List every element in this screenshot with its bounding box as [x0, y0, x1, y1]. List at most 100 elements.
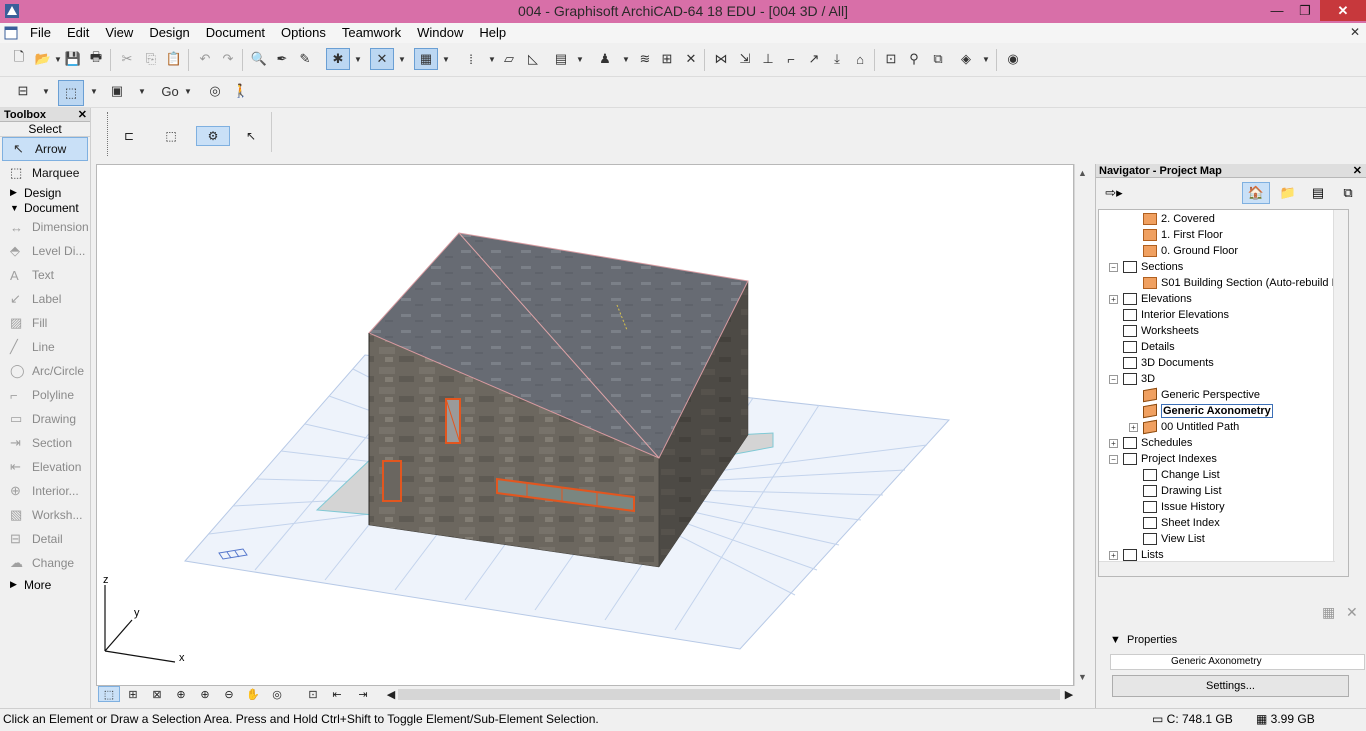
- explode-icon[interactable]: ⤓: [826, 48, 848, 70]
- floor-plan-dropdown-icon[interactable]: ▼: [40, 80, 52, 102]
- tree-item[interactable]: +00 Untitled Path: [1129, 419, 1239, 435]
- go-dropdown-icon[interactable]: ▼: [182, 80, 194, 102]
- 3d-window-dropdown-icon[interactable]: ▼: [88, 80, 100, 102]
- inject-parameters-icon[interactable]: ✎: [294, 48, 316, 70]
- document-tool[interactable]: ↔ Dimension: [0, 215, 90, 239]
- groups-dropdown-icon[interactable]: ▼: [396, 48, 408, 70]
- render-dropdown-icon[interactable]: ▼: [980, 48, 992, 70]
- object-dropdown-icon[interactable]: ▼: [620, 48, 632, 70]
- document-tool[interactable]: ⬘ Level Di...: [0, 239, 90, 263]
- orbit-icon[interactable]: ◎: [204, 80, 226, 102]
- maximize-button[interactable]: ❐: [1292, 0, 1318, 21]
- paste-icon[interactable]: 📋: [163, 48, 185, 70]
- tree-item[interactable]: 1. First Floor: [1143, 227, 1223, 243]
- intersect-icon[interactable]: ⊥: [757, 48, 779, 70]
- document-tool[interactable]: ⌐ Polyline: [0, 383, 90, 407]
- undo-icon[interactable]: ↶: [194, 48, 216, 70]
- navigator-menu-icon[interactable]: ⇨▸: [1100, 182, 1128, 204]
- new-view-icon[interactable]: ▦: [1322, 604, 1335, 621]
- grid-dropdown-icon[interactable]: ▼: [486, 48, 498, 70]
- zoom-in-icon[interactable]: ⊕: [194, 686, 216, 702]
- tree-vertical-scrollbar[interactable]: [1333, 210, 1348, 576]
- document-tool[interactable]: ↙ Label: [0, 287, 90, 311]
- document-window-icon[interactable]: [0, 23, 22, 43]
- tree-item[interactable]: Issue History: [1143, 499, 1225, 515]
- infobox-grip[interactable]: [98, 112, 108, 156]
- tree-item[interactable]: 0. Ground Floor: [1143, 243, 1238, 259]
- tree-item[interactable]: Interior Elevations: [1123, 307, 1229, 323]
- fillet-icon[interactable]: ⌐: [780, 48, 802, 70]
- vertical-scrollbar[interactable]: ▲ ▼: [1074, 164, 1091, 686]
- view-map-icon[interactable]: 📁: [1274, 182, 1302, 204]
- go-button[interactable]: Go: [158, 80, 182, 102]
- document-tool[interactable]: ╱ Line: [0, 335, 90, 359]
- document-tool[interactable]: ⊟ Detail: [0, 527, 90, 551]
- close-window-button[interactable]: ✕: [1320, 0, 1366, 21]
- stair-icon[interactable]: ≋: [634, 48, 656, 70]
- delete-icon[interactable]: ✕: [680, 48, 702, 70]
- find-select-icon[interactable]: 🔍: [248, 48, 270, 70]
- 3d-model-canvas[interactable]: x y z: [97, 165, 1074, 686]
- tree-item[interactable]: Worksheets: [1123, 323, 1199, 339]
- print-icon[interactable]: 🖶: [85, 48, 107, 70]
- 3d-projection-icon[interactable]: ⬚: [98, 686, 120, 702]
- scroll-down-icon[interactable]: ▼: [1078, 672, 1087, 682]
- grid-snap-icon[interactable]: ⁞: [460, 48, 482, 70]
- menu-teamwork[interactable]: Teamwork: [334, 23, 409, 43]
- partial-structure-icon[interactable]: ⊏: [118, 126, 140, 146]
- menu-help[interactable]: Help: [471, 23, 514, 43]
- tree-item[interactable]: Details: [1123, 339, 1175, 355]
- marquee-tool[interactable]: ⬚ Marquee: [0, 161, 90, 185]
- previous-zoom-icon[interactable]: ⇤: [326, 686, 348, 702]
- tree-item[interactable]: − Sections: [1109, 259, 1183, 275]
- collapse-icon[interactable]: −: [1109, 374, 1118, 384]
- tree-item[interactable]: − Project Indexes: [1109, 451, 1217, 467]
- pan-icon[interactable]: ✋: [242, 686, 264, 702]
- save-icon[interactable]: 💾: [62, 48, 84, 70]
- tree-item[interactable]: + Elevations: [1109, 291, 1192, 307]
- layer-dropdown-icon[interactable]: ▼: [574, 48, 586, 70]
- document-tool[interactable]: ▨ Fill: [0, 311, 90, 335]
- tree-item[interactable]: Generic Axonometry: [1143, 403, 1273, 419]
- object-icon[interactable]: ♟: [594, 48, 616, 70]
- trace-dropdown-icon[interactable]: ▼: [440, 48, 452, 70]
- open-folder-icon[interactable]: 📂: [32, 48, 54, 70]
- document-tool[interactable]: ◯ Arc/Circle: [0, 359, 90, 383]
- document-tool[interactable]: ▭ Drawing: [0, 407, 90, 431]
- suspend-groups-icon[interactable]: ✕: [370, 48, 394, 70]
- selection-method-icon[interactable]: ⬚: [160, 126, 182, 146]
- section-marker-icon[interactable]: ⊡: [880, 48, 902, 70]
- 3d-mode-icon[interactable]: ⊠: [146, 686, 168, 702]
- collapse-icon[interactable]: −: [1109, 262, 1118, 272]
- floor-plan-icon[interactable]: ⊟: [12, 80, 34, 102]
- properties-toggle[interactable]: ▼ Properties: [1110, 634, 1177, 646]
- view-settings-icon[interactable]: ▣: [106, 80, 128, 102]
- zoom-window-icon[interactable]: ⊞: [122, 686, 144, 702]
- expand-icon[interactable]: +: [1129, 422, 1138, 432]
- new-file-icon[interactable]: 🗋: [8, 48, 30, 70]
- document-tool[interactable]: ⊕ Interior...: [0, 479, 90, 503]
- layer-icon[interactable]: ▤: [550, 48, 572, 70]
- tree-item[interactable]: 3D Documents: [1123, 355, 1214, 371]
- tree-item[interactable]: Generic Perspective: [1143, 387, 1260, 403]
- expand-icon[interactable]: +: [1109, 550, 1118, 560]
- publisher-sets-icon[interactable]: ⧉: [1334, 182, 1362, 204]
- menu-design[interactable]: Design: [141, 23, 197, 43]
- tree-horizontal-scrollbar[interactable]: [1099, 561, 1335, 576]
- menu-window[interactable]: Window: [409, 23, 471, 43]
- menu-file[interactable]: File: [22, 23, 59, 43]
- menu-view[interactable]: View: [97, 23, 141, 43]
- next-zoom-icon[interactable]: ⇥: [352, 686, 374, 702]
- document-tool[interactable]: A Text: [0, 263, 90, 287]
- copy-icon[interactable]: ⎘: [140, 48, 162, 70]
- walk-icon[interactable]: 🚶: [230, 80, 252, 102]
- settings-button[interactable]: Settings...: [1112, 675, 1349, 697]
- document-group[interactable]: ▼ Document: [0, 200, 90, 215]
- curtain-wall-icon[interactable]: ⊞: [656, 48, 678, 70]
- layout-book-icon[interactable]: ▤: [1304, 182, 1332, 204]
- menu-options[interactable]: Options: [273, 23, 334, 43]
- toolbox-close-icon[interactable]: ✕: [78, 108, 87, 122]
- document-tool[interactable]: ⇥ Section: [0, 431, 90, 455]
- 3d-viewport[interactable]: x y z: [96, 164, 1074, 686]
- tree-item[interactable]: 2. Covered: [1143, 211, 1215, 227]
